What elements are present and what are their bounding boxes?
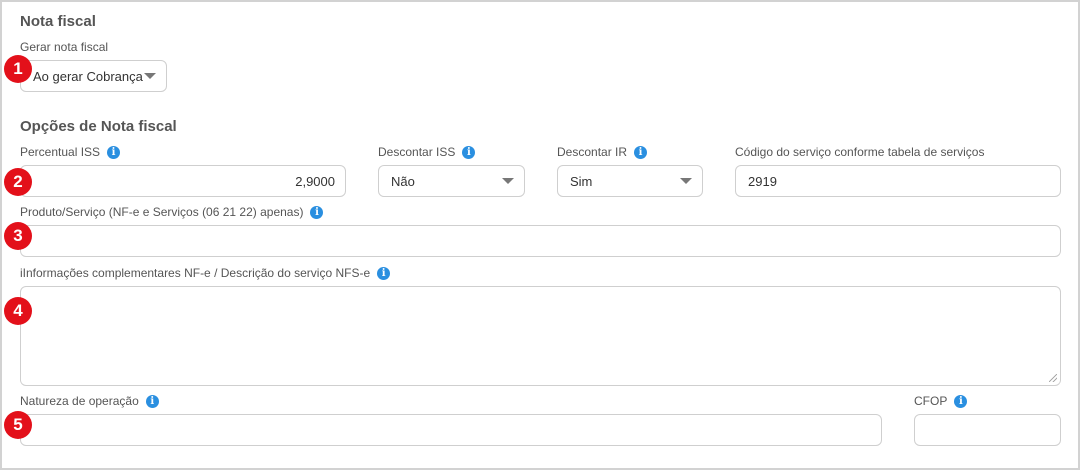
codigo-servico-input[interactable]: 2919	[735, 165, 1061, 197]
info-icon[interactable]: i	[310, 205, 324, 219]
section-title-opcoes: Opções de Nota fiscal	[20, 118, 177, 135]
codigo-servico-label: Código do serviço conforme tabela de ser…	[735, 145, 985, 159]
step-badge-2: 2	[4, 168, 32, 196]
info-complementares-label-text: iInformações complementares NF-e / Descr…	[20, 266, 371, 280]
info-icon[interactable]: i	[634, 145, 648, 159]
descontar-iss-label: Descontar ISS i	[378, 145, 476, 159]
gerar-nota-fiscal-value: Ao gerar Cobrança	[33, 68, 143, 84]
percentual-iss-label-text: Percentual ISS	[20, 145, 101, 159]
natureza-label: Natureza de operação i	[20, 394, 159, 408]
resize-handle-icon[interactable]	[1049, 374, 1057, 382]
produto-servico-label-text: Produto/Serviço (NF-e e Serviços (06 21 …	[20, 205, 304, 219]
produto-servico-label: Produto/Serviço (NF-e e Serviços (06 21 …	[20, 205, 324, 219]
info-icon[interactable]: i	[377, 266, 391, 280]
percentual-iss-input[interactable]: 2,9000	[20, 165, 346, 197]
cfop-label-text: CFOP	[914, 394, 948, 408]
section-title-nota-fiscal: Nota fiscal	[20, 13, 96, 30]
descontar-iss-select[interactable]: Não	[378, 165, 525, 197]
descontar-ir-value: Sim	[570, 173, 593, 189]
step-badge-1: 1	[4, 55, 32, 83]
chevron-down-icon	[680, 178, 692, 184]
info-icon[interactable]: i	[462, 145, 476, 159]
step-badge-4: 4	[4, 297, 32, 325]
gerar-nota-fiscal-select[interactable]: Ao gerar Cobrança	[20, 60, 167, 92]
info-complementares-label: iInformações complementares NF-e / Descr…	[20, 266, 391, 280]
step-badge-5: 5	[4, 411, 32, 439]
descontar-iss-label-text: Descontar ISS	[378, 145, 456, 159]
info-icon[interactable]: i	[954, 394, 968, 408]
natureza-label-text: Natureza de operação	[20, 394, 139, 408]
descontar-ir-select[interactable]: Sim	[557, 165, 703, 197]
step-badge-3: 3	[4, 222, 32, 250]
info-icon[interactable]: i	[107, 145, 121, 159]
descontar-iss-value: Não	[391, 173, 415, 189]
gerar-nota-fiscal-label: Gerar nota fiscal	[20, 40, 109, 54]
cfop-label: CFOP i	[914, 394, 968, 408]
descontar-ir-label-text: Descontar IR	[557, 145, 628, 159]
info-icon[interactable]: i	[145, 394, 159, 408]
cfop-input[interactable]	[914, 414, 1061, 446]
percentual-iss-label: Percentual ISS i	[20, 145, 121, 159]
codigo-servico-value: 2919	[748, 173, 777, 189]
info-complementares-textarea[interactable]	[20, 286, 1061, 386]
chevron-down-icon	[502, 178, 514, 184]
produto-servico-input[interactable]	[20, 225, 1061, 257]
natureza-input[interactable]	[20, 414, 882, 446]
chevron-down-icon	[144, 73, 156, 79]
percentual-iss-value: 2,9000	[295, 173, 335, 189]
descontar-ir-label: Descontar IR i	[557, 145, 648, 159]
